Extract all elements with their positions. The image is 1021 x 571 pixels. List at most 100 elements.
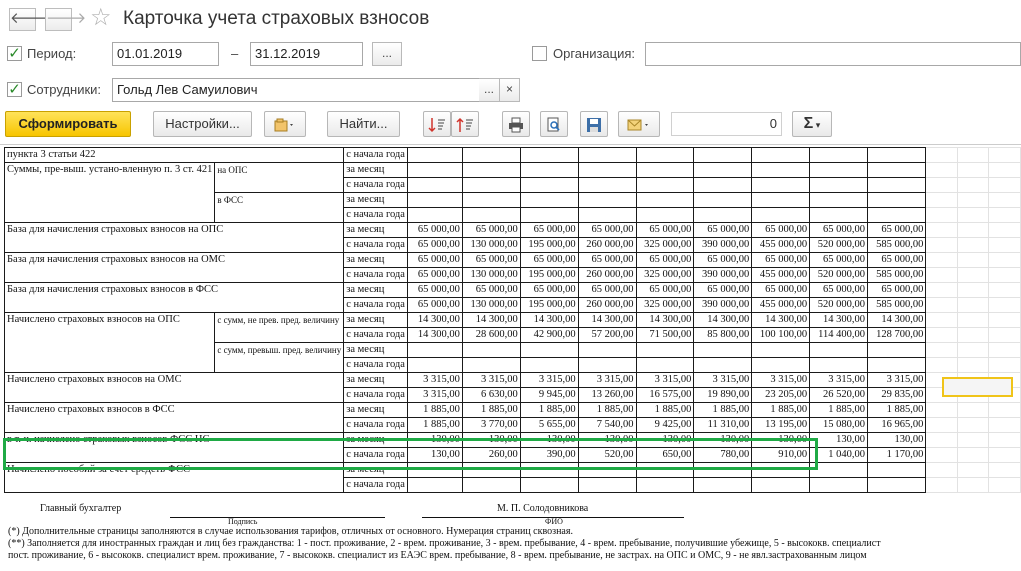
value-cell[interactable]: 325 000,00 — [635, 267, 695, 283]
value-cell[interactable]: 1 885,00 — [519, 402, 579, 418]
value-cell[interactable] — [693, 162, 753, 178]
value-cell[interactable]: 65 000,00 — [809, 252, 869, 268]
value-cell[interactable] — [461, 162, 521, 178]
value-cell[interactable] — [406, 342, 463, 358]
find-button[interactable]: Найти... — [327, 111, 400, 137]
value-cell[interactable] — [693, 357, 753, 373]
value-cell[interactable] — [461, 207, 521, 223]
empty-cell[interactable] — [956, 147, 990, 163]
value-cell[interactable]: 65 000,00 — [693, 282, 753, 298]
value-cell[interactable]: 3 770,00 — [461, 417, 521, 433]
employees-clear-button[interactable]: × — [499, 78, 520, 102]
value-cell[interactable]: 3 315,00 — [867, 372, 927, 388]
value-cell[interactable]: 585 000,00 — [867, 267, 927, 283]
value-cell[interactable]: 1 885,00 — [867, 402, 927, 418]
value-cell[interactable]: 26 520,00 — [809, 387, 869, 403]
value-cell[interactable]: 19 890,00 — [693, 387, 753, 403]
value-cell[interactable] — [519, 162, 579, 178]
value-cell[interactable] — [635, 357, 695, 373]
value-cell[interactable] — [809, 207, 869, 223]
empty-cell[interactable] — [988, 177, 1021, 193]
value-cell[interactable] — [519, 147, 579, 163]
variants-button[interactable] — [264, 111, 306, 137]
value-cell[interactable] — [809, 147, 869, 163]
selected-cell[interactable] — [942, 377, 1013, 397]
sort-ascending-button[interactable] — [451, 111, 479, 137]
empty-cell[interactable] — [925, 147, 958, 163]
value-cell[interactable] — [519, 192, 579, 208]
value-cell[interactable] — [751, 192, 811, 208]
value-cell[interactable]: 14 300,00 — [406, 312, 463, 328]
empty-cell[interactable] — [988, 357, 1021, 373]
value-cell[interactable]: 14 300,00 — [809, 312, 869, 328]
period-select-button[interactable]: ... — [372, 42, 402, 66]
value-cell[interactable]: 3 315,00 — [406, 387, 463, 403]
value-cell[interactable] — [519, 177, 579, 193]
value-cell[interactable]: 14 300,00 — [461, 312, 521, 328]
empty-cell[interactable] — [956, 477, 990, 493]
value-cell[interactable]: 520 000,00 — [809, 267, 869, 283]
value-cell[interactable]: 65 000,00 — [635, 282, 695, 298]
value-cell[interactable]: 3 315,00 — [693, 372, 753, 388]
value-cell[interactable] — [519, 207, 579, 223]
value-cell[interactable] — [867, 462, 927, 478]
report-area[interactable]: пункта 3 статьи 422 с начала года Суммы, п… — [0, 144, 1021, 571]
value-cell[interactable]: 65 000,00 — [577, 222, 637, 238]
sum-value-field[interactable]: 0 — [671, 112, 782, 136]
empty-cell[interactable] — [925, 447, 958, 463]
value-cell[interactable]: 65 000,00 — [406, 252, 463, 268]
empty-cell[interactable] — [988, 417, 1021, 433]
value-cell[interactable]: 13 195,00 — [751, 417, 811, 433]
value-cell[interactable]: 65 000,00 — [406, 222, 463, 238]
value-cell[interactable] — [809, 477, 869, 493]
value-cell[interactable] — [519, 477, 579, 493]
value-cell[interactable]: 15 080,00 — [809, 417, 869, 433]
value-cell[interactable]: 390 000,00 — [693, 297, 753, 313]
empty-cell[interactable] — [925, 477, 958, 493]
value-cell[interactable] — [519, 342, 579, 358]
empty-cell[interactable] — [925, 177, 958, 193]
print-preview-button[interactable] — [540, 111, 568, 137]
value-cell[interactable] — [693, 177, 753, 193]
star-icon[interactable]: ☆ — [90, 4, 112, 32]
value-cell[interactable]: 65 000,00 — [577, 282, 637, 298]
empty-cell[interactable] — [988, 147, 1021, 163]
value-cell[interactable]: 100 100,00 — [751, 327, 811, 343]
value-cell[interactable]: 3 315,00 — [577, 372, 637, 388]
empty-cell[interactable] — [988, 297, 1021, 313]
sum-button[interactable]: Σ ▾ — [792, 111, 832, 137]
value-cell[interactable] — [406, 357, 463, 373]
value-cell[interactable]: 260 000,00 — [577, 267, 637, 283]
value-cell[interactable]: 130 000,00 — [461, 267, 521, 283]
value-cell[interactable]: 65 000,00 — [461, 222, 521, 238]
value-cell[interactable]: 13 260,00 — [577, 387, 637, 403]
value-cell[interactable]: 455 000,00 — [751, 237, 811, 253]
value-cell[interactable] — [461, 192, 521, 208]
value-cell[interactable]: 130,00 — [867, 432, 927, 448]
empty-cell[interactable] — [925, 342, 958, 358]
value-cell[interactable] — [635, 162, 695, 178]
print-button[interactable] — [502, 111, 530, 137]
value-cell[interactable]: 57 200,00 — [577, 327, 637, 343]
generate-button[interactable]: Сформировать — [5, 111, 131, 137]
value-cell[interactable]: 14 300,00 — [519, 312, 579, 328]
value-cell[interactable] — [577, 192, 637, 208]
empty-cell[interactable] — [956, 462, 990, 478]
value-cell[interactable] — [809, 342, 869, 358]
value-cell[interactable]: 114 400,00 — [809, 327, 869, 343]
value-cell[interactable]: 195 000,00 — [519, 267, 579, 283]
empty-cell[interactable] — [956, 357, 990, 373]
value-cell[interactable] — [635, 177, 695, 193]
value-cell[interactable]: 1 885,00 — [809, 402, 869, 418]
value-cell[interactable]: 65 000,00 — [867, 252, 927, 268]
value-cell[interactable] — [577, 177, 637, 193]
value-cell[interactable]: 3 315,00 — [635, 372, 695, 388]
value-cell[interactable] — [577, 342, 637, 358]
value-cell[interactable]: 65 000,00 — [519, 222, 579, 238]
empty-cell[interactable] — [956, 177, 990, 193]
value-cell[interactable] — [693, 477, 753, 493]
empty-cell[interactable] — [988, 252, 1021, 268]
empty-cell[interactable] — [988, 222, 1021, 238]
value-cell[interactable]: 1 885,00 — [461, 402, 521, 418]
empty-cell[interactable] — [925, 252, 958, 268]
